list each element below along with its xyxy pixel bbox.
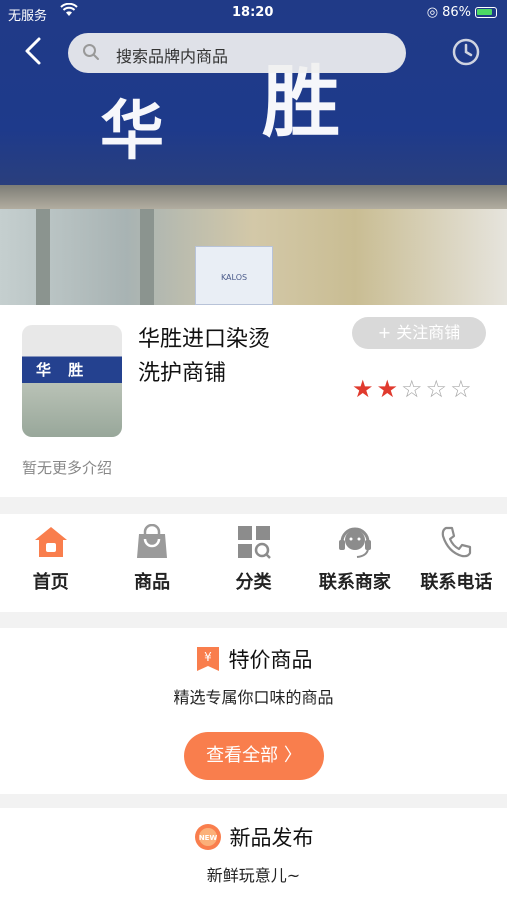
home-icon bbox=[34, 527, 67, 557]
bag-icon bbox=[137, 524, 168, 558]
svg-text:¥: ¥ bbox=[204, 650, 212, 664]
shop-logo: 华 胜 bbox=[22, 325, 122, 437]
clock: 18:20 bbox=[232, 5, 274, 20]
special-offers-header: ¥ 特价商品 bbox=[0, 644, 507, 677]
follow-shop-button[interactable]: + 关注商铺 bbox=[352, 317, 486, 349]
new-badge-icon: NEW bbox=[194, 823, 222, 856]
lock-rotation-icon: ◎ bbox=[426, 5, 439, 20]
new-release-header: NEW 新品发布 bbox=[0, 822, 507, 856]
shop-nav: 首页 商品 分类 联系商家 联系电话 bbox=[0, 514, 507, 612]
search-icon bbox=[83, 44, 99, 60]
category-icon bbox=[237, 526, 271, 559]
shop-intro: 暂无更多介绍 bbox=[22, 459, 113, 477]
nav-label: 商品 bbox=[134, 572, 171, 593]
star-filled-icon: ★ bbox=[352, 375, 374, 403]
search-bar[interactable]: 搜索品牌内商品 bbox=[68, 33, 406, 73]
special-offers-subtitle: 精选专属你口味的商品 bbox=[173, 688, 334, 707]
view-all-button[interactable]: 查看全部 〉 bbox=[184, 732, 324, 780]
status-bar: 无服务 18:20 ◎ 86% bbox=[0, 0, 507, 26]
star-empty-icon: ☆ bbox=[401, 375, 423, 403]
shop-name: 华胜进口染烫洗护商铺 bbox=[138, 327, 271, 386]
nav-label: 联系商家 bbox=[318, 572, 391, 593]
battery-percent: 86% bbox=[442, 5, 471, 20]
store-pillar bbox=[140, 209, 154, 305]
special-offers-section: ¥ 特价商品 精选专属你口味的商品 查看全部 〉 bbox=[0, 628, 507, 794]
search-placeholder: 搜索品牌内商品 bbox=[116, 47, 229, 66]
back-button[interactable] bbox=[22, 36, 52, 70]
nav-item-contact-seller[interactable]: 联系商家 bbox=[304, 514, 405, 612]
nav-item-products[interactable]: 商品 bbox=[101, 514, 202, 612]
special-offers-title: 特价商品 bbox=[228, 648, 313, 672]
nav-label: 联系电话 bbox=[420, 572, 493, 593]
price-tag-icon: ¥ bbox=[195, 646, 221, 677]
wifi-icon bbox=[60, 2, 78, 21]
battery-icon bbox=[475, 7, 497, 18]
sign-char-left: 华 bbox=[100, 95, 166, 169]
new-release-subtitle: 新鲜玩意儿~ bbox=[206, 866, 301, 885]
carrier-label: 无服务 bbox=[8, 9, 48, 24]
store-beam bbox=[0, 185, 507, 209]
new-release-title: 新品发布 bbox=[229, 826, 314, 850]
nav-label: 首页 bbox=[32, 572, 69, 593]
clock-icon bbox=[452, 38, 480, 66]
phone-icon bbox=[442, 526, 472, 558]
nav-label: 分类 bbox=[235, 572, 272, 593]
history-button[interactable] bbox=[450, 36, 482, 68]
star-empty-icon: ☆ bbox=[425, 375, 448, 403]
store-sign: 华 胜 bbox=[0, 0, 507, 185]
store-pillar bbox=[36, 209, 50, 305]
poster-text: KALOS bbox=[220, 273, 248, 282]
svg-text:NEW: NEW bbox=[198, 834, 217, 842]
star-filled-icon: ★ bbox=[376, 375, 399, 403]
shop-rating: ★ ★ ☆ ☆ ☆ bbox=[352, 377, 472, 401]
store-poster: KALOS bbox=[195, 246, 273, 305]
new-release-section: NEW 新品发布 新鲜玩意儿~ bbox=[0, 808, 507, 900]
headset-icon bbox=[338, 527, 371, 558]
shop-info-card: 华 胜 华胜进口染烫洗护商铺 + 关注商铺 ★ ★ ☆ ☆ ☆ 暂无更多介绍 bbox=[0, 305, 507, 497]
status-right: ◎ 86% bbox=[427, 5, 497, 20]
nav-item-category[interactable]: 分类 bbox=[203, 514, 304, 612]
nav-item-home[interactable]: 首页 bbox=[0, 514, 101, 612]
nav-item-contact-phone[interactable]: 联系电话 bbox=[406, 514, 507, 612]
chevron-left-icon bbox=[25, 37, 41, 65]
shop-logo-text: 华 胜 bbox=[36, 361, 90, 379]
star-empty-icon: ☆ bbox=[450, 375, 472, 403]
